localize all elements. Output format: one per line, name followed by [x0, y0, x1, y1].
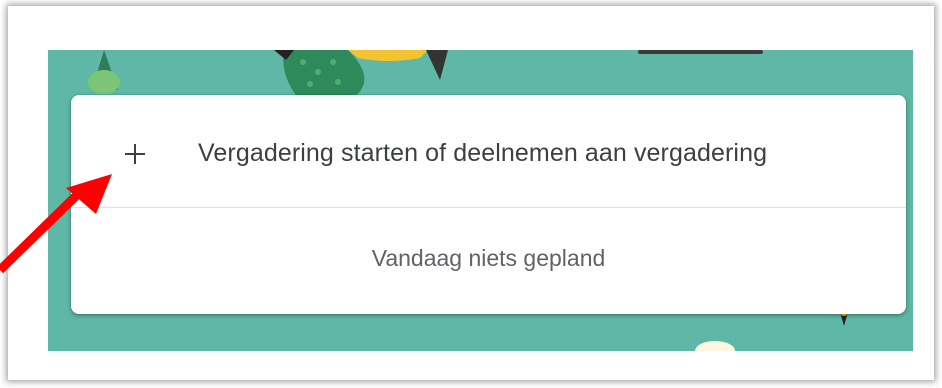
- start-or-join-meeting-button[interactable]: Vergadering starten of deelnemen aan ver…: [71, 95, 906, 208]
- meeting-card: Vergadering starten of deelnemen aan ver…: [71, 95, 906, 314]
- start-or-join-meeting-label: Vergadering starten of deelnemen aan ver…: [198, 139, 768, 167]
- no-meetings-today-text: Vandaag niets gepland: [371, 245, 606, 271]
- plus-icon: [125, 144, 145, 164]
